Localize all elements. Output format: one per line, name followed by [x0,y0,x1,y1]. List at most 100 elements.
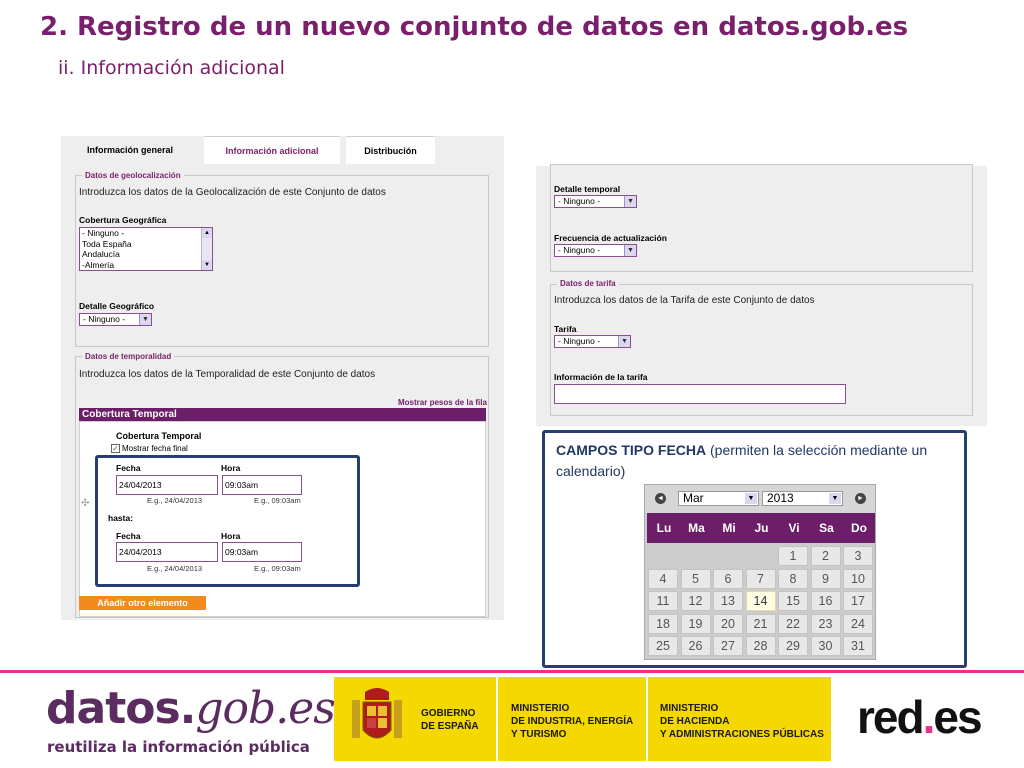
temporal-coverage-bar: Cobertura Temporal [79,408,486,421]
next-month-icon[interactable]: ► [855,493,866,504]
start-date-input[interactable]: 24/04/2013 [116,475,218,495]
calendar-day[interactable]: 21 [745,613,776,634]
tariff-value: - Ninguno - [558,336,601,346]
geo-detail-value: - Ninguno - [83,314,126,324]
calendar-day[interactable]: 29 [778,636,808,657]
calendar-day[interactable]: 11 [648,591,678,612]
tariff-info-input[interactable] [554,384,846,404]
date-picker-calendar: ◄ Mar ▼ 2013 ▼ ► Lu Ma Mi Ju Vi Sa Do 12345678… [644,484,876,660]
drag-handle-icon[interactable]: ✣ [81,498,89,509]
calendar-day[interactable]: 6 [713,568,743,589]
right-form-screenshot: Detalle temporal - Ninguno - ▼ Frecuenci… [536,164,987,426]
callout-text: CAMPOS TIPO FECHA (permiten la selección… [556,440,956,482]
calendar-day[interactable]: 24 [843,613,873,634]
calendar-day[interactable]: 26 [680,636,711,657]
update-frequency-label: Frecuencia de actualización [554,233,667,243]
calendar-day[interactable]: 13 [713,591,743,612]
tab-distribucion[interactable]: Distribución [346,136,435,164]
calendar-day[interactable]: 7 [745,568,776,589]
geo-listbox-scrollbar[interactable]: ▲ ▼ [201,228,212,270]
end-date-example: E.g., 24/04/2013 [147,564,203,573]
end-time-example: E.g., 09:03am [254,564,301,573]
start-date-label: Fecha [116,463,141,473]
calendar-day[interactable]: 14 [745,591,776,612]
chevron-down-icon: ▼ [624,196,636,207]
scroll-down-icon[interactable]: ▼ [202,260,212,270]
chevron-down-icon: ▼ [745,493,757,504]
logo-part-es2: es [933,691,982,743]
calendar-day[interactable]: 23 [810,613,841,634]
start-time-input[interactable]: 09:03am [222,475,302,495]
weekday-header: Lu Ma Mi Ju Vi Sa Do [647,513,875,543]
add-element-button[interactable]: Añadir otro elemento [79,596,206,610]
geo-option-3[interactable]: -Almería [82,260,212,271]
calendar-day[interactable]: 8 [778,568,808,589]
scroll-up-icon[interactable]: ▲ [202,228,212,238]
calendar-day[interactable]: 28 [745,636,776,657]
geo-option-2[interactable]: Andalucía [82,249,212,260]
tab-informacion-adicional[interactable]: Información adicional [204,136,340,164]
calendar-day[interactable]: 17 [843,591,873,612]
tariff-legend: Datos de tarifa [557,279,619,288]
logo-part-dot: . [922,691,936,743]
calendar-day[interactable]: 1 [778,546,808,566]
show-row-weights-link[interactable]: Mostrar pesos de la fila [398,398,487,407]
calendar-day[interactable]: 19 [680,613,711,634]
end-time-input[interactable]: 09:03am [222,542,302,562]
calendar-day[interactable]: 27 [713,636,743,657]
weekday-label: Sa [819,521,834,535]
tariff-select[interactable]: - Ninguno - ▼ [554,335,631,348]
weekday-label: Ju [754,521,769,535]
month-value: Mar [683,491,704,505]
show-end-date-checkbox[interactable]: ✓ [111,444,120,453]
calendar-day[interactable]: 20 [713,613,743,634]
show-end-date-label: Mostrar fecha final [122,444,188,453]
calendar-day[interactable]: 12 [680,591,711,612]
weekday-label: Lu [656,521,672,535]
geo-coverage-listbox[interactable]: - Ninguno - Toda España Andalucía -Almer… [79,227,213,271]
temporal-hint: Introduzca los datos de la Temporalidad … [79,369,376,380]
slide-subtitle: ii. Información adicional [58,57,285,79]
gov-divider-2 [646,677,648,761]
calendar-day[interactable]: 18 [648,613,678,634]
year-value: 2013 [767,491,794,505]
temporal-inner-title: Cobertura Temporal [116,431,202,441]
update-frequency-select[interactable]: - Ninguno - ▼ [554,244,637,257]
calendar-day[interactable]: 16 [810,591,841,612]
temporal-detail-select[interactable]: - Ninguno - ▼ [554,195,637,208]
calendar-day[interactable]: 4 [648,568,678,589]
geo-option-0[interactable]: - Ninguno - [82,228,212,239]
calendar-day[interactable]: 2 [810,546,841,566]
weekday-label: Ma [688,521,705,535]
start-time-example: E.g., 09:03am [254,496,301,505]
geo-option-1[interactable]: Toda España [82,239,212,250]
calendar-day[interactable]: 30 [810,636,841,657]
end-date-input[interactable]: 24/04/2013 [116,542,218,562]
end-date-label: Fecha [116,531,141,541]
calendar-day[interactable]: 10 [843,568,873,589]
left-form-screenshot: Información general Información adiciona… [61,136,504,620]
until-label: hasta: [108,513,134,523]
logo-part-red: red [857,691,925,743]
gobierno-espana-text: GOBIERNO DE ESPAÑA [421,708,479,732]
calendar-day[interactable]: 9 [810,568,841,589]
temporal-detail-value: - Ninguno - [558,196,601,206]
datos-tagline: reutiliza la información pública [47,738,310,756]
logo-part-datos: datos. [46,683,196,734]
calendar-day[interactable]: 22 [778,613,808,634]
start-time-label: Hora [221,463,241,473]
calendar-day[interactable]: 5 [680,568,711,589]
ministerio-industria-text: MINISTERIO DE INDUSTRIA, ENERGÍA Y TURIS… [511,703,634,740]
prev-month-icon[interactable]: ◄ [655,493,666,504]
calendar-day[interactable]: 25 [648,636,678,657]
tariff-hint: Introduzca los datos de la Tarifa de est… [554,295,815,306]
coat-of-arms-icon [347,686,407,752]
calendar-day[interactable]: 31 [843,636,873,657]
calendar-day[interactable]: 3 [843,546,873,566]
tab-informacion-general[interactable]: Información general [61,136,199,164]
calendar-day[interactable]: 15 [778,591,808,612]
year-select[interactable]: 2013 ▼ [762,491,843,506]
logo-part-es: .es [275,683,336,734]
geo-detail-select[interactable]: - Ninguno - ▼ [79,313,152,326]
month-select[interactable]: Mar ▼ [678,491,759,506]
